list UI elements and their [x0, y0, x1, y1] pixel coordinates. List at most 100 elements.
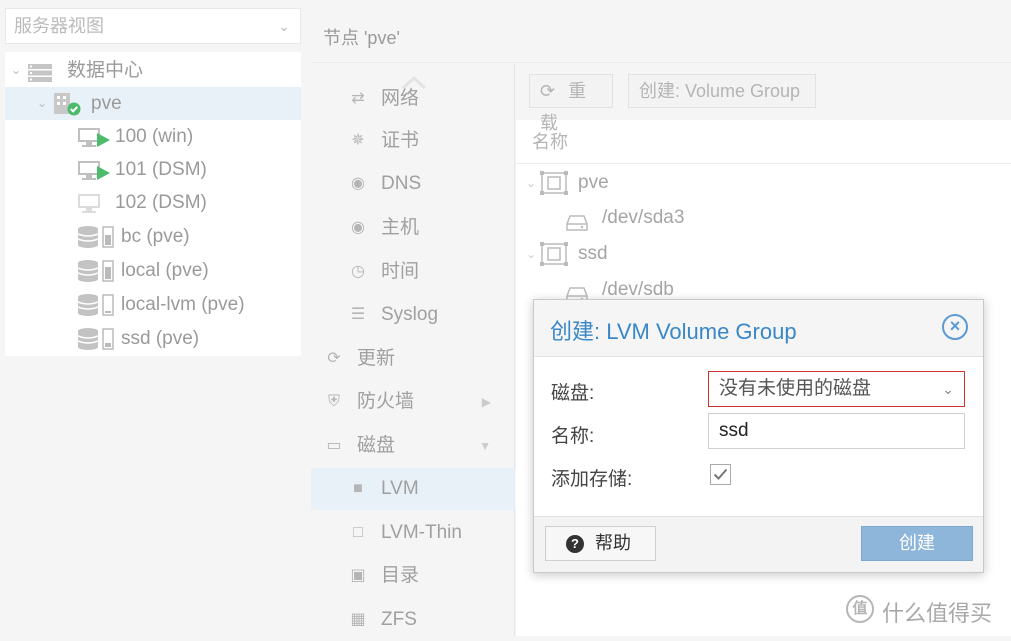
menu-item-firewall[interactable]: ⛨ 防火墙 ▶ — [311, 381, 515, 423]
folder-icon: ▣ — [350, 567, 366, 584]
network-icon: ⇄ — [351, 90, 365, 107]
name-input-value: ssd — [719, 420, 749, 441]
menu-item-syslog[interactable]: ☰ Syslog — [311, 294, 515, 336]
tree-item-label: pve — [91, 93, 122, 114]
add-storage-label: 添加存储: — [551, 469, 633, 490]
menu-item-zfs[interactable]: ▦ ZFS — [311, 599, 515, 641]
menu-item-certificates[interactable]: ✵ 证书 — [311, 120, 515, 162]
chevron-down-icon[interactable]: ⌄ — [942, 372, 954, 406]
tree-item-datacenter[interactable]: ⌄ 数据中心 — [5, 54, 301, 87]
menu-item-label: 更新 — [357, 348, 396, 369]
grid-row-label: /dev/sda3 — [602, 207, 685, 228]
tree-item-label: 100 (win) — [115, 126, 194, 147]
name-field-label: 名称: — [551, 426, 595, 447]
tree-item-label: local-lvm (pve) — [121, 294, 245, 315]
collapse-icon[interactable]: ⌄ — [526, 237, 536, 271]
tree-item-label: ssd (pve) — [121, 328, 200, 349]
tree-item-storage-local-lvm[interactable]: local-lvm (pve) — [5, 288, 301, 321]
menu-item-network[interactable]: ⇄ 网络 — [311, 78, 515, 120]
grid-row-group-ssd[interactable]: ⌄ ssd — [516, 237, 1011, 271]
menu-item-dns[interactable]: ◉ DNS — [311, 163, 515, 205]
add-storage-checkbox[interactable] — [710, 464, 731, 485]
node-menu: ⇄ 网络 ✵ 证书 ◉ DNS ◉ 主机 ◷ 时间 ☰ Syslog ⟳ 更新 … — [311, 64, 515, 636]
tree-item-storage-ssd[interactable]: ssd (pve) — [5, 322, 301, 355]
toolbar: ⟳ 重载 创建: Volume Group — [516, 64, 1011, 133]
column-header-label: 名称 — [532, 132, 568, 152]
help-button-label: 帮助 — [595, 533, 631, 553]
tree-item-vm-101[interactable]: 101 (DSM) — [5, 153, 301, 186]
view-selector-value: 服务器视图 — [14, 16, 104, 36]
grid-icon: ▦ — [350, 611, 366, 628]
globe-icon: ◉ — [351, 175, 365, 192]
list-icon: ☰ — [350, 306, 366, 323]
resource-tree-panel: 服务器视图 ⌄ ⌄ 数据中心 ⌄ pve 100 (win) 101 (DSM)… — [0, 0, 303, 636]
menu-item-lvm[interactable]: ■ LVM — [311, 468, 515, 510]
question-icon: ? — [566, 535, 584, 553]
create-lvm-volume-group-dialog: 创建: LVM Volume Group × 磁盘: 没有未使用的磁盘 ⌄ 名称… — [533, 299, 984, 573]
dialog-title: 创建: LVM Volume Group — [550, 319, 797, 344]
watermark: 值 什么值得买 — [846, 594, 1006, 626]
tree-item-label: 101 (DSM) — [115, 159, 207, 180]
grid-row-label: ssd — [578, 243, 608, 264]
disk-select[interactable]: 没有未使用的磁盘 ⌄ — [708, 371, 965, 407]
chevron-down-icon: ⌄ — [278, 18, 290, 34]
menu-item-hosts[interactable]: ◉ 主机 — [311, 207, 515, 249]
menu-item-lvm-thin[interactable]: □ LVM-Thin — [311, 512, 515, 554]
tree-item-label: local (pve) — [121, 260, 209, 281]
menu-item-time[interactable]: ◷ 时间 — [311, 251, 515, 293]
page-title: 节点 'pve' — [323, 28, 400, 48]
menu-item-label: 证书 — [381, 130, 420, 151]
grid-row-label: pve — [578, 172, 609, 193]
menu-item-label: LVM — [381, 478, 419, 499]
menu-item-directory[interactable]: ▣ 目录 — [311, 555, 515, 597]
menu-item-label: 目录 — [381, 565, 420, 586]
square-outline-icon: □ — [353, 524, 363, 541]
menu-item-label: LVM-Thin — [381, 522, 462, 543]
create-volume-group-button[interactable]: 创建: Volume Group — [628, 74, 816, 108]
tree-item-storage-bc[interactable]: bc (pve) — [5, 220, 301, 253]
create-button-label: 创建 — [899, 533, 935, 553]
storage-icon — [77, 327, 115, 362]
refresh-icon: ⟳ — [540, 81, 556, 101]
column-header-name[interactable]: 名称 — [516, 120, 1011, 164]
collapse-icon[interactable]: ⌄ — [526, 166, 536, 200]
tree-item-vm-100[interactable]: 100 (win) — [5, 120, 301, 153]
name-input[interactable]: ssd — [708, 413, 965, 449]
expand-right-icon[interactable]: ▶ — [482, 381, 491, 423]
drive-icon: ▭ — [326, 437, 342, 454]
tree-item-label: 数据中心 — [67, 60, 144, 81]
menu-item-label: 防火墙 — [357, 391, 415, 412]
grid-row-group-pve[interactable]: ⌄ pve — [516, 166, 1011, 200]
dialog-header: 创建: LVM Volume Group × — [534, 300, 983, 357]
dialog-footer: ? 帮助 创建 — [534, 516, 983, 572]
reload-button[interactable]: ⟳ 重载 — [529, 74, 613, 133]
menu-item-label: 网络 — [381, 88, 420, 109]
menu-item-disks[interactable]: ▭ 磁盘 ▼ — [311, 425, 515, 467]
create-button-label: 创建: Volume Group — [639, 81, 801, 101]
resource-tree: ⌄ 数据中心 ⌄ pve 100 (win) 101 (DSM) 102 (DS… — [5, 52, 301, 356]
menu-item-label: 时间 — [381, 261, 420, 282]
tree-item-storage-local[interactable]: local (pve) — [5, 254, 301, 287]
help-button[interactable]: ? 帮助 — [545, 526, 656, 561]
collapse-icon[interactable]: ⌄ — [11, 54, 21, 87]
grid-row-disk-sda3[interactable]: /dev/sda3 — [516, 201, 1011, 235]
certificate-icon: ✵ — [351, 132, 365, 149]
menu-item-label: 主机 — [381, 217, 420, 238]
collapse-icon[interactable]: ⌄ — [37, 87, 47, 120]
globe-icon: ◉ — [351, 219, 365, 236]
expand-down-icon[interactable]: ▼ — [479, 425, 491, 467]
node-title-bar: 节点 'pve' — [311, 8, 1011, 63]
shield-icon: ⛨ — [327, 393, 340, 410]
tree-item-pve[interactable]: ⌄ pve — [5, 87, 301, 120]
disk-field-label: 磁盘: — [551, 383, 595, 404]
checkmark-icon — [713, 468, 728, 480]
square-icon: ■ — [353, 480, 363, 497]
create-button[interactable]: 创建 — [861, 526, 973, 561]
tree-item-vm-102[interactable]: 102 (DSM) — [5, 186, 301, 219]
close-icon[interactable]: × — [942, 314, 968, 340]
disk-select-value: 没有未使用的磁盘 — [719, 378, 872, 399]
view-selector[interactable]: 服务器视图 ⌄ — [5, 8, 301, 44]
tree-item-label: bc (pve) — [121, 226, 190, 247]
menu-item-label: Syslog — [381, 304, 439, 325]
menu-item-updates[interactable]: ⟳ 更新 — [311, 338, 515, 380]
